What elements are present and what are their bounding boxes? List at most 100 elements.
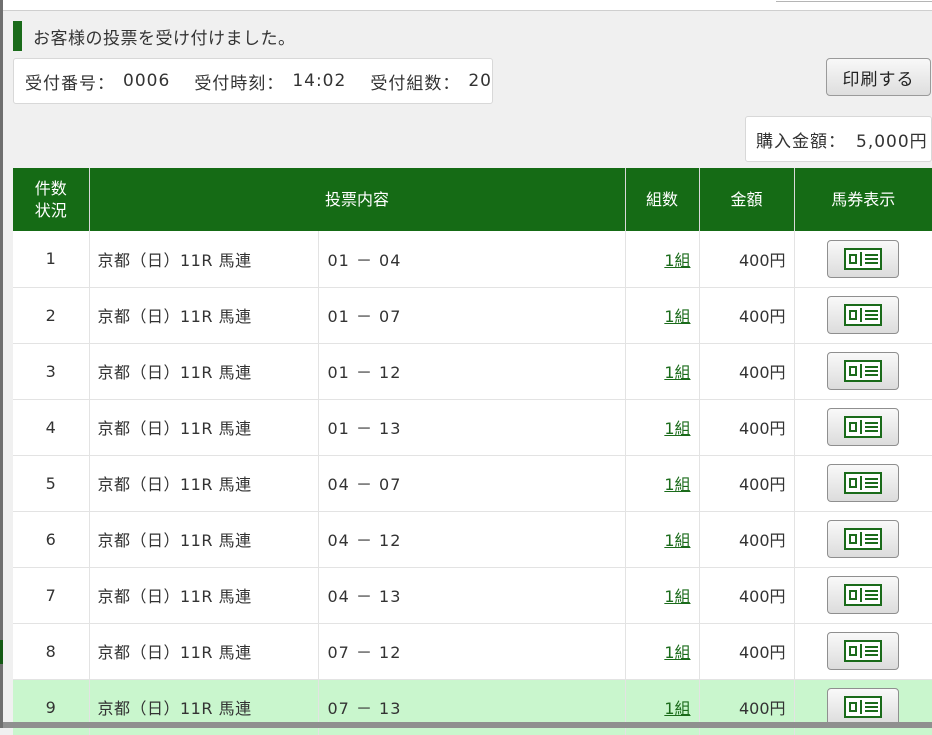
row-ticket-cell: [794, 622, 932, 679]
table-row: 2 京都（日）11R 馬連 01 － 07 1組 400円: [13, 286, 932, 343]
row-combination: 04 － 13: [318, 566, 626, 623]
receipt-info: 受付番号： 0006 受付時刻： 14:02 受付組数： 20: [13, 58, 493, 104]
row-number: 2: [13, 286, 90, 343]
window-bottom-edge: [3, 722, 932, 728]
receipt-number-label: 受付番号：: [25, 73, 115, 94]
row-amount: 400円: [699, 342, 795, 399]
receipt-number: 0006: [123, 71, 171, 91]
row-ticket-cell: [794, 342, 932, 399]
row-combination: 01 － 07: [318, 286, 626, 343]
header-content: 投票内容: [89, 168, 626, 231]
table-row: 7 京都（日）11R 馬連 04 － 13 1組 400円: [13, 566, 932, 623]
row-combination: 07 － 12: [318, 622, 626, 679]
table-header-row: 件数 状況 投票内容 組数 金額 馬券表示: [13, 168, 932, 231]
table-row: 4 京都（日）11R 馬連 01 － 13 1組 400円: [13, 398, 932, 455]
row-amount: 400円: [699, 398, 795, 455]
row-number: 8: [13, 622, 90, 679]
table-row: 5 京都（日）11R 馬連 04 － 07 1組 400円: [13, 454, 932, 511]
row-amount: 400円: [699, 286, 795, 343]
message-accent-bar: [13, 21, 22, 51]
row-race: 京都（日）11R 馬連: [89, 286, 319, 343]
print-button[interactable]: 印刷する: [826, 58, 931, 96]
row-combination: 01 － 13: [318, 398, 626, 455]
ticket-view-icon: [844, 640, 883, 662]
row-sets-cell: 1組: [625, 622, 700, 679]
table-row: 3 京都（日）11R 馬連 01 － 12 1組 400円: [13, 342, 932, 399]
row-sets-link[interactable]: 1組: [664, 363, 690, 382]
purchase-amount-value: 5,000円: [856, 131, 928, 152]
row-ticket-cell: [794, 566, 932, 623]
confirmation-message: お客様の投票を受け付けました。: [13, 21, 296, 51]
row-race: 京都（日）11R 馬連: [89, 454, 319, 511]
row-race: 京都（日）11R 馬連: [89, 566, 319, 623]
purchase-amount-label: 購入金額：: [756, 131, 846, 152]
table-row: 8 京都（日）11R 馬連 07 － 12 1組 400円: [13, 622, 932, 679]
ticket-view-icon: [844, 696, 883, 719]
row-ticket-cell: [794, 510, 932, 567]
row-sets-cell: 1組: [625, 342, 700, 399]
row-number: 7: [13, 566, 90, 623]
ticket-view-button[interactable]: [827, 520, 900, 558]
row-ticket-cell: [794, 286, 932, 343]
row-sets-cell: 1組: [625, 231, 700, 287]
ticket-view-icon: [844, 528, 883, 550]
header-sets: 組数: [625, 168, 700, 231]
bet-table: 件数 状況 投票内容 組数 金額 馬券表示 1 京都（日）11R 馬連 01 － 0…: [13, 168, 932, 735]
ticket-view-button[interactable]: [827, 296, 900, 334]
receipt-sets-label: 受付組数：: [370, 73, 461, 94]
header-ticket: 馬券表示: [794, 168, 932, 231]
row-sets-link[interactable]: 1組: [664, 587, 690, 606]
table-row: 6 京都（日）11R 馬連 04 － 12 1組 400円: [13, 510, 932, 567]
row-ticket-cell: [794, 454, 932, 511]
row-race: 京都（日）11R 馬連: [89, 398, 319, 455]
ticket-view-button[interactable]: [827, 576, 900, 614]
receipt-time: 14:02: [292, 71, 347, 91]
row-sets-link[interactable]: 1組: [664, 419, 690, 438]
ticket-view-icon: [844, 247, 883, 270]
row-combination: 04 － 12: [318, 510, 626, 567]
row-combination: 01 － 04: [318, 231, 626, 287]
row-amount: 400円: [699, 231, 795, 287]
header-count: 件数 状況: [13, 168, 90, 231]
row-number: 4: [13, 398, 90, 455]
row-sets-link[interactable]: 1組: [664, 643, 690, 662]
row-sets-link[interactable]: 1組: [664, 251, 690, 270]
ticket-view-button[interactable]: [827, 688, 900, 727]
row-ticket-cell: [794, 231, 932, 287]
ticket-view-button[interactable]: [827, 632, 900, 670]
ticket-view-icon: [844, 584, 883, 606]
row-race: 京都（日）11R 馬連: [89, 342, 319, 399]
row-sets-cell: 1組: [625, 454, 700, 511]
receipt-time-label: 受付時刻：: [194, 73, 285, 94]
row-number: 5: [13, 454, 90, 511]
row-amount: 400円: [699, 622, 795, 679]
row-amount: 400円: [699, 566, 795, 623]
ticket-view-icon: [844, 472, 883, 494]
confirmation-text: お客様の投票を受け付けました。: [33, 28, 296, 49]
ticket-view-icon: [844, 304, 883, 326]
row-sets-link[interactable]: 1組: [664, 307, 690, 326]
row-race: 京都（日）11R 馬連: [89, 622, 319, 679]
row-sets-link[interactable]: 1組: [664, 699, 690, 718]
ticket-view-button[interactable]: [827, 239, 900, 278]
ticket-view-icon: [844, 360, 883, 382]
ticket-view-button[interactable]: [827, 352, 900, 390]
row-combination: 04 － 07: [318, 454, 626, 511]
row-sets-cell: 1組: [625, 510, 700, 567]
row-sets-link[interactable]: 1組: [664, 475, 690, 494]
ticket-view-button[interactable]: [827, 464, 900, 502]
row-sets-cell: 1組: [625, 566, 700, 623]
row-sets-link[interactable]: 1組: [664, 531, 690, 550]
row-sets-cell: 1組: [625, 398, 700, 455]
row-race: 京都（日）11R 馬連: [89, 231, 319, 287]
header-amount: 金額: [699, 168, 795, 231]
row-amount: 400円: [699, 454, 795, 511]
table-row: 1 京都（日）11R 馬連 01 － 04 1組 400円: [13, 231, 932, 287]
row-ticket-cell: [794, 398, 932, 455]
row-number: 3: [13, 342, 90, 399]
row-race: 京都（日）11R 馬連: [89, 510, 319, 567]
window-left-edge: [0, 0, 3, 728]
row-number: 1: [13, 231, 90, 287]
window-left-accent: [0, 640, 3, 664]
ticket-view-button[interactable]: [827, 408, 900, 446]
